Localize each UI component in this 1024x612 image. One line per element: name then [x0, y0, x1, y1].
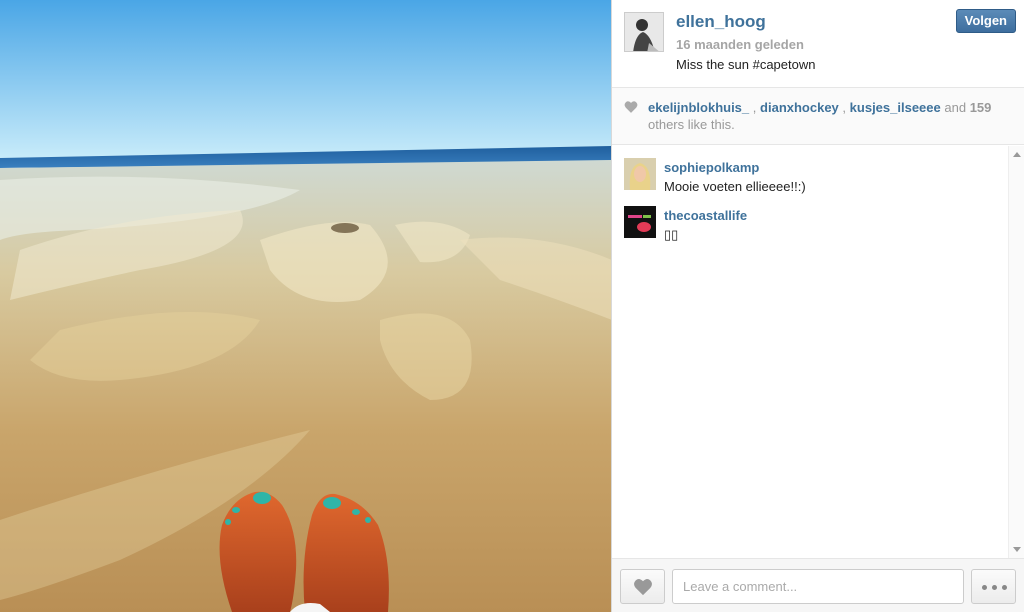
likes-and-text: and	[944, 100, 967, 115]
likes-others-text: others like this.	[648, 117, 735, 132]
post-header: ellen_hoog 16 maanden geleden Miss the s…	[612, 0, 1024, 88]
comments-list: sophiepolkamp Mooie voeten ellieeee!!:) …	[612, 146, 1008, 558]
avatar-image	[624, 206, 656, 238]
comments-scrollbar[interactable]	[1008, 146, 1024, 558]
more-options-button[interactable]	[971, 569, 1016, 604]
comment-footer	[612, 558, 1024, 612]
commenter-username[interactable]: thecoastallife	[664, 208, 747, 223]
commenter-avatar[interactable]	[624, 206, 656, 238]
post-username[interactable]: ellen_hoog	[676, 12, 766, 32]
liker-link[interactable]: dianxhockey	[760, 100, 839, 115]
commenter-username[interactable]: sophiepolkamp	[664, 160, 759, 175]
more-dots-icon	[982, 585, 987, 590]
likers-line: ekelijnblokhuis_ , dianxhockey , kusjes_…	[648, 100, 991, 115]
heart-icon	[634, 579, 652, 596]
instagram-post-view: ellen_hoog 16 maanden geleden Miss the s…	[0, 0, 1024, 612]
user-avatar[interactable]	[624, 12, 664, 52]
comment-item: thecoastallife ▯▯	[624, 206, 994, 246]
more-dots-icon	[992, 585, 997, 590]
scroll-down-arrow-icon[interactable]	[1013, 547, 1021, 552]
liker-link[interactable]: ekelijnblokhuis_	[648, 100, 749, 115]
more-dots-icon	[1002, 585, 1007, 590]
follow-button[interactable]: Volgen	[955, 9, 1016, 33]
post-timestamp: 16 maanden geleden	[676, 37, 804, 52]
liker-separator: ,	[842, 100, 847, 115]
heart-icon	[624, 101, 638, 113]
post-side-panel: ellen_hoog 16 maanden geleden Miss the s…	[612, 0, 1024, 612]
commenter-avatar[interactable]	[624, 158, 656, 190]
liker-link[interactable]: kusjes_ilseeee	[850, 100, 941, 115]
comment-text: ▯▯	[664, 227, 679, 242]
beach-photo-image	[0, 0, 611, 612]
likes-count: 159	[969, 100, 992, 115]
comment-item: sophiepolkamp Mooie voeten ellieeee!!:)	[624, 158, 994, 198]
comment-input[interactable]	[672, 569, 964, 604]
likes-section: ekelijnblokhuis_ , dianxhockey , kusjes_…	[612, 88, 1024, 145]
post-caption: Miss the sun #capetown	[676, 57, 816, 72]
scroll-up-arrow-icon[interactable]	[1013, 152, 1021, 157]
liker-separator: ,	[752, 100, 757, 115]
avatar-image	[625, 13, 663, 51]
like-button[interactable]	[620, 569, 665, 604]
avatar-image	[624, 158, 656, 190]
post-photo[interactable]	[0, 0, 612, 612]
comment-text: Mooie voeten ellieeee!!:)	[664, 179, 806, 194]
